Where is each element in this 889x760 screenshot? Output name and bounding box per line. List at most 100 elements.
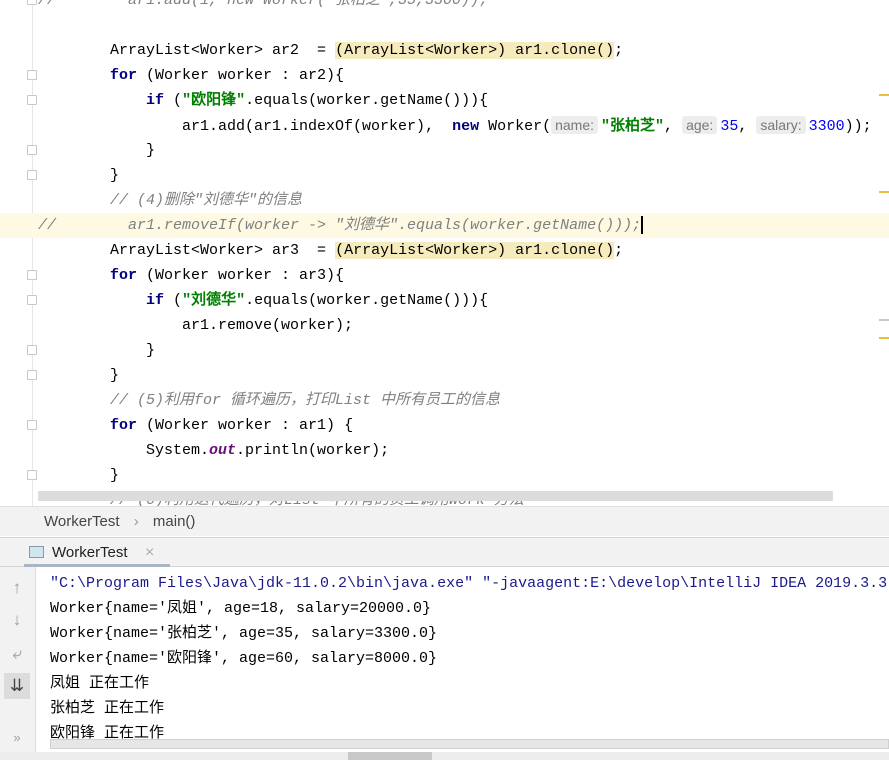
scrollbar-thumb[interactable] <box>348 752 432 760</box>
arrow-up-icon[interactable]: ↑ <box>4 575 30 601</box>
editor-horizontal-scrollbar[interactable] <box>38 491 833 501</box>
warning-marker[interactable] <box>879 191 889 193</box>
code-line[interactable]: if ("刘德华".equals(worker.getName())){ <box>0 288 889 313</box>
console-line: "C:\Program Files\Java\jdk-11.0.2\bin\ja… <box>50 575 888 592</box>
code-line[interactable]: if ("欧阳锋".equals(worker.getName())){ <box>0 88 889 113</box>
code-line[interactable]: ar1.add(ar1.indexOf(worker), new Worker(… <box>0 113 889 138</box>
code-token: 3300 <box>808 118 845 135</box>
parameter-hint: age: <box>682 116 718 134</box>
code-line[interactable]: // ar1.removeIf(worker -> "刘德华".equals(w… <box>0 213 889 238</box>
breadcrumb-class[interactable]: WorkerTest <box>44 513 120 530</box>
parameter-hint: name: <box>551 116 599 134</box>
code-line[interactable]: for (Worker worker : ar1) { <box>0 413 889 438</box>
code-text: ar1.remove(worker); <box>38 313 353 338</box>
code-text: } <box>38 363 119 388</box>
console-line: Worker{name='凤姐', age=18, salary=20000.0… <box>50 600 432 617</box>
code-token: } <box>38 142 156 159</box>
code-token: // ar1.removeIf(worker -> "刘德华".equals(w… <box>38 217 642 234</box>
code-token: (ArrayList<Worker>) ar1.clone() <box>335 242 615 259</box>
code-token: "刘德华" <box>182 292 246 309</box>
code-line[interactable]: } <box>0 138 889 163</box>
code-line[interactable]: } <box>0 338 889 363</box>
run-tool-window-tabs: WorkerTest × <box>0 537 889 567</box>
console-toolbar: ↑ ↓ ⤶ ⇊ » <box>0 567 36 760</box>
code-token: for <box>110 417 138 434</box>
code-token: // (4)删除"刘德华"的信息 <box>38 192 303 209</box>
code-line[interactable]: } <box>0 163 889 188</box>
code-token: (Worker worker : ar1) { <box>137 417 354 434</box>
code-text: // (4)删除"刘德华"的信息 <box>38 188 302 213</box>
breadcrumb-method[interactable]: main() <box>153 513 196 530</box>
code-token: ar1.remove(worker); <box>38 317 354 334</box>
code-line[interactable]: for (Worker worker : ar2){ <box>0 63 889 88</box>
code-token: // ar1.add(1, new Worker("张柏芝",35,3300))… <box>38 0 489 9</box>
scroll-marker[interactable] <box>879 319 889 321</box>
code-token: (Worker worker : ar2){ <box>137 67 345 84</box>
code-line[interactable]: } <box>0 363 889 388</box>
code-line[interactable]: } <box>0 463 889 488</box>
code-line[interactable] <box>0 13 889 38</box>
console-line: Worker{name='张柏芝', age=35, salary=3300.0… <box>50 625 438 642</box>
code-token: ( <box>164 92 183 109</box>
code-token: , <box>664 118 683 135</box>
code-editor[interactable]: // ar1.add(1, new Worker("张柏芝",35,3300))… <box>0 0 889 506</box>
code-line[interactable]: System.out.println(worker); <box>0 438 889 463</box>
code-line[interactable]: // ar1.add(1, new Worker("张柏芝",35,3300))… <box>0 0 889 13</box>
code-token: } <box>38 467 120 484</box>
code-text: for (Worker worker : ar2){ <box>38 63 344 88</box>
console-icon <box>29 546 44 558</box>
code-token: ; <box>614 42 624 59</box>
code-line[interactable]: ArrayList<Worker> ar2 = (ArrayList<Worke… <box>0 38 889 63</box>
code-token: new <box>452 118 480 135</box>
code-text: } <box>38 338 155 363</box>
code-token: for <box>110 267 138 284</box>
code-token: ar1.add(ar1.indexOf(worker), <box>38 118 453 135</box>
close-icon[interactable]: × <box>145 538 154 567</box>
code-line[interactable]: // (5)利用for 循环遍历，打印List 中所有员工的信息 <box>0 388 889 413</box>
arrow-down-icon[interactable]: ↓ <box>4 607 30 633</box>
code-token: .equals(worker.getName())){ <box>245 92 489 109</box>
code-token: for <box>110 67 138 84</box>
breadcrumb-separator: › <box>133 513 139 530</box>
code-token: Worker( <box>479 118 552 135</box>
code-text: } <box>38 138 155 163</box>
code-line[interactable]: for (Worker worker : ar3){ <box>0 263 889 288</box>
code-text: } <box>38 163 119 188</box>
warning-marker[interactable] <box>879 94 889 96</box>
code-line[interactable]: // (4)删除"刘德华"的信息 <box>0 188 889 213</box>
code-token: ArrayList<Worker> ar3 = <box>38 242 336 259</box>
code-token: out <box>209 442 237 459</box>
code-token: if <box>146 292 165 309</box>
more-icon[interactable]: » <box>4 725 30 751</box>
code-text: } <box>38 463 119 488</box>
soft-wrap-icon[interactable]: ⤶ <box>4 641 30 667</box>
code-token: System. <box>38 442 210 459</box>
console-output[interactable]: ↑ ↓ ⤶ ⇊ » "C:\Program Files\Java\jdk-11.0.2\… <box>0 567 889 760</box>
code-token: ( <box>164 292 183 309</box>
code-token: (ArrayList<Worker>) ar1.clone() <box>335 42 615 59</box>
code-line[interactable]: ar1.remove(worker); <box>0 313 889 338</box>
code-token: } <box>38 167 120 184</box>
code-token: // (5)利用for 循环遍历，打印List 中所有员工的信息 <box>38 392 501 409</box>
code-token: if <box>146 92 165 109</box>
tab-label: WorkerTest <box>52 544 128 561</box>
code-text: // (5)利用for 循环遍历，打印List 中所有员工的信息 <box>38 388 500 413</box>
tab-worker-test[interactable]: WorkerTest × <box>24 538 170 567</box>
code-token: } <box>38 342 156 359</box>
warning-marker[interactable] <box>879 337 889 339</box>
code-token: "张柏芝" <box>601 118 665 135</box>
code-line[interactable]: ArrayList<Worker> ar3 = (ArrayList<Worke… <box>0 238 889 263</box>
code-token: , <box>738 118 757 135</box>
parameter-hint: salary: <box>756 116 806 134</box>
code-text: System.out.println(worker); <box>38 438 389 463</box>
code-token: ArrayList<Worker> ar2 = <box>38 42 336 59</box>
console-horizontal-scrollbar[interactable] <box>50 739 889 749</box>
bottom-scrollbar[interactable] <box>0 752 889 760</box>
scroll-to-end-icon[interactable]: ⇊ <box>4 673 30 699</box>
code-text: ar1.add(ar1.indexOf(worker), new Worker(… <box>38 113 872 139</box>
code-token: ; <box>614 242 624 259</box>
